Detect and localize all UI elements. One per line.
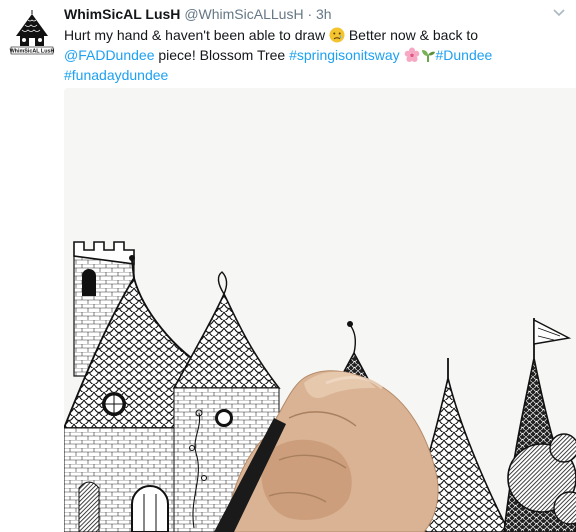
tweet-header: WhimSicAL LusH @WhimSicALLusH · 3h bbox=[64, 6, 546, 26]
drawing-illustration bbox=[64, 88, 576, 532]
house-door bbox=[131, 485, 169, 532]
tweet-text: Hurt my hand & haven't been able to draw… bbox=[64, 25, 564, 85]
avatar[interactable]: WhimSicAL LusH bbox=[8, 8, 56, 56]
hashtag-link-funadaydundee[interactable]: #funadaydundee bbox=[64, 67, 168, 83]
timestamp[interactable]: 3h bbox=[316, 6, 332, 22]
tweet-media-image[interactable] bbox=[64, 88, 576, 532]
tweet: WhimSicAL LusH WhimSicAL LusH @WhimSicAL… bbox=[0, 0, 576, 532]
seedling-icon bbox=[420, 47, 436, 63]
text-part-1: Hurt my hand & haven't been able to draw bbox=[64, 27, 326, 43]
user-handle[interactable]: @WhimSicALLusH bbox=[184, 6, 303, 22]
avatar-house-icon: WhimSicAL LusH bbox=[8, 8, 56, 56]
house-window bbox=[102, 392, 126, 416]
hashtag-link-springisonitsway[interactable]: #springisonitsway bbox=[289, 47, 400, 63]
cherry-blossom-icon bbox=[404, 47, 420, 63]
text-part-2: Better now & back to bbox=[348, 27, 479, 43]
avatar-caption: WhimSicAL LusH bbox=[10, 49, 55, 55]
text-part-3: piece! Blossom Tree bbox=[158, 47, 286, 63]
hashtag-link-dundee[interactable]: #Dundee bbox=[436, 47, 493, 63]
chevron-down-icon[interactable] bbox=[552, 6, 566, 20]
separator-dot: · bbox=[307, 6, 313, 22]
crying-face-icon bbox=[329, 27, 345, 43]
mention-link[interactable]: @FADDundee bbox=[64, 47, 154, 63]
display-name[interactable]: WhimSicAL LusH bbox=[64, 6, 180, 22]
